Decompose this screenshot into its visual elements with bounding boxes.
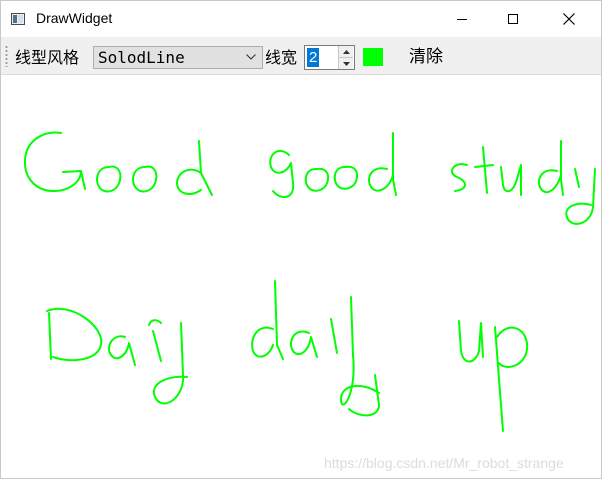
handwritten-stroke bbox=[500, 164, 522, 196]
drawing-canvas[interactable] bbox=[1, 75, 601, 478]
spin-down-button[interactable] bbox=[338, 58, 353, 69]
maximize-icon bbox=[508, 14, 518, 24]
handwritten-stroke bbox=[458, 320, 484, 363]
handwritten-stroke bbox=[132, 165, 158, 193]
handwritten-stroke bbox=[538, 140, 564, 196]
handwritten-stroke bbox=[333, 165, 359, 190]
minimize-icon bbox=[457, 18, 467, 20]
window-title: DrawWidget bbox=[36, 10, 113, 26]
handwritten-stroke bbox=[176, 140, 213, 196]
handwritten-stroke bbox=[565, 168, 596, 225]
handwritten-stroke bbox=[451, 163, 468, 192]
handwritten-stroke bbox=[304, 167, 330, 192]
app-window: DrawWidget 线型风格 SolodLine 线宽 2 清除 https:… bbox=[0, 0, 602, 479]
handwritten-stroke bbox=[148, 319, 162, 326]
handwritten-stroke bbox=[494, 326, 529, 432]
chevron-down-icon bbox=[246, 54, 256, 60]
handwritten-stroke bbox=[330, 296, 380, 406]
spin-up-button[interactable] bbox=[338, 46, 353, 58]
handwritten-stroke bbox=[152, 322, 188, 405]
minimize-button[interactable] bbox=[439, 1, 485, 37]
line-style-selected-value: SolodLine bbox=[98, 48, 185, 67]
title-bar[interactable]: DrawWidget bbox=[1, 1, 601, 37]
close-button[interactable] bbox=[546, 1, 592, 37]
clear-button[interactable]: 清除 bbox=[395, 45, 457, 70]
toolbar: 线型风格 SolodLine 线宽 2 清除 bbox=[1, 37, 601, 75]
app-icon bbox=[11, 13, 25, 25]
watermark-text: https://blog.csdn.net/Mr_robot_strange bbox=[324, 455, 564, 471]
arrow-down-icon bbox=[342, 61, 350, 66]
handwritten-stroke bbox=[23, 131, 86, 193]
drawing-strokes bbox=[23, 131, 596, 432]
handwritten-stroke bbox=[474, 146, 494, 194]
handwritten-stroke bbox=[269, 149, 295, 199]
handwritten-stroke bbox=[368, 132, 397, 196]
handwritten-stroke bbox=[290, 330, 318, 358]
close-icon bbox=[563, 13, 575, 25]
line-width-spinbox[interactable]: 2 bbox=[304, 45, 355, 70]
line-width-label: 线宽 bbox=[265, 48, 298, 67]
handwritten-stroke bbox=[46, 307, 103, 362]
handwritten-stroke bbox=[107, 335, 136, 366]
line-style-combobox[interactable]: SolodLine bbox=[93, 46, 263, 69]
line-width-value[interactable]: 2 bbox=[307, 48, 320, 67]
toolbar-grip-handle[interactable] bbox=[5, 45, 8, 67]
handwritten-stroke bbox=[251, 280, 284, 360]
handwritten-stroke bbox=[96, 165, 122, 193]
line-style-label: 线型风格 bbox=[15, 48, 80, 67]
maximize-button[interactable] bbox=[490, 1, 536, 37]
arrow-up-icon bbox=[342, 49, 350, 54]
color-picker-button[interactable] bbox=[363, 48, 383, 66]
